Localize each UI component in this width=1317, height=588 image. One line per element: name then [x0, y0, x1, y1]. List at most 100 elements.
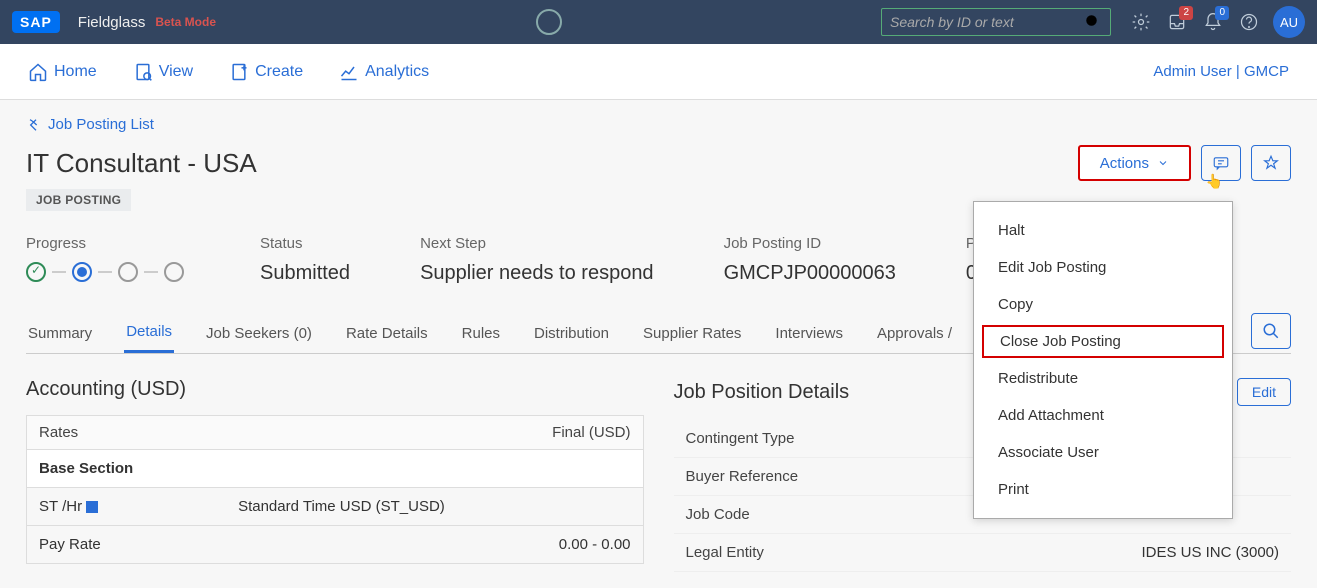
view-icon — [133, 62, 153, 82]
help-icon — [1239, 12, 1259, 32]
buyer-reference-label: Buyer Reference — [686, 468, 799, 485]
loading-spinner-icon — [536, 9, 562, 35]
tab-distribution[interactable]: Distribution — [532, 315, 611, 352]
title-row: IT Consultant - USA Actions 👆 Halt Edit … — [26, 145, 1291, 181]
user-avatar[interactable]: AU — [1273, 6, 1305, 38]
user-context[interactable]: Admin User | GMCP — [1153, 63, 1289, 80]
header-center — [216, 9, 881, 35]
favorite-button[interactable] — [1251, 145, 1291, 181]
tab-job-seekers[interactable]: Job Seekers (0) — [204, 315, 314, 352]
step-pending-icon — [118, 262, 138, 282]
status-label: Status — [260, 235, 350, 252]
product-name: Fieldglass — [78, 14, 146, 31]
create-icon — [229, 62, 249, 82]
analytics-icon — [339, 62, 359, 82]
comment-icon — [1212, 154, 1230, 172]
star-icon — [1262, 154, 1280, 172]
title-actions: Actions 👆 Halt Edit Job Posting Copy Clo… — [1078, 145, 1291, 181]
tab-details[interactable]: Details — [124, 313, 174, 353]
action-copy[interactable]: Copy — [974, 286, 1232, 323]
legal-entity-label: Legal Entity — [686, 544, 764, 561]
legal-entity-row: Legal Entity IDES US INC (3000) — [674, 534, 1292, 572]
rates-table-header: Rates Final (USD) — [26, 415, 644, 450]
nav-create-label: Create — [255, 63, 303, 81]
breadcrumb[interactable]: Job Posting List — [26, 116, 1291, 133]
global-header: SAP Fieldglass Beta Mode 2 0 AU — [0, 0, 1317, 44]
nav-view[interactable]: View — [133, 62, 193, 82]
nav-analytics[interactable]: Analytics — [339, 62, 429, 82]
base-section-label: Base Section — [39, 460, 133, 477]
posting-id-label: Job Posting ID — [724, 235, 896, 252]
main-nav: Home View Create Analytics Admin User | … — [0, 44, 1317, 100]
job-code-label: Job Code — [686, 506, 750, 523]
tab-search-button[interactable] — [1251, 313, 1291, 349]
page-content: Job Posting List IT Consultant - USA Act… — [0, 100, 1317, 588]
breadcrumb-label: Job Posting List — [48, 116, 154, 133]
step-pending-icon — [164, 262, 184, 282]
global-search[interactable] — [881, 8, 1111, 36]
tab-summary[interactable]: Summary — [26, 315, 94, 352]
cursor-icon: 👆 — [1206, 173, 1223, 190]
search-input[interactable] — [890, 14, 1084, 30]
inbox-button[interactable]: 2 — [1159, 4, 1195, 40]
back-arrow-icon — [26, 117, 42, 133]
gear-icon — [1131, 12, 1151, 32]
actions-button[interactable]: Actions — [1078, 145, 1191, 181]
tab-rules[interactable]: Rules — [460, 315, 502, 352]
action-add-attachment[interactable]: Add Attachment — [974, 397, 1232, 434]
tab-interviews[interactable]: Interviews — [773, 315, 845, 352]
legal-entity-value: IDES US INC (3000) — [1141, 544, 1279, 561]
nav-create[interactable]: Create — [229, 62, 303, 82]
next-step-item: Next Step Supplier needs to respond — [420, 235, 654, 285]
object-type-tag: JOB POSTING — [26, 189, 131, 211]
notifications-button[interactable]: 0 — [1195, 4, 1231, 40]
nav-home-label: Home — [54, 63, 97, 81]
accounting-section: Accounting (USD) Rates Final (USD) Base … — [26, 378, 644, 572]
nav-view-label: View — [159, 63, 193, 81]
progress-item: Progress — [26, 235, 190, 285]
action-edit-job-posting[interactable]: Edit Job Posting — [974, 249, 1232, 286]
step-active-icon — [72, 262, 92, 282]
calculator-icon — [86, 501, 98, 513]
page-title: IT Consultant - USA — [26, 148, 257, 179]
tab-rate-details[interactable]: Rate Details — [344, 315, 430, 352]
action-associate-user[interactable]: Associate User — [974, 434, 1232, 471]
job-details-title-text: Job Position Details — [674, 381, 850, 404]
chevron-down-icon — [1157, 157, 1169, 169]
help-button[interactable] — [1231, 4, 1267, 40]
inbox-badge: 2 — [1179, 6, 1193, 20]
status-item: Status Submitted — [260, 235, 350, 285]
posting-id-value: GMCPJP00000063 — [724, 262, 896, 285]
pay-rate-label: Pay Rate — [39, 536, 101, 553]
action-close-job-posting[interactable]: Close Job Posting — [982, 325, 1224, 358]
tab-supplier-rates[interactable]: Supplier Rates — [641, 315, 743, 352]
sthr-label: ST /Hr — [39, 498, 98, 515]
home-icon — [28, 62, 48, 82]
actions-label: Actions — [1100, 155, 1149, 172]
tab-approvals[interactable]: Approvals / — [875, 315, 954, 352]
progress-steps — [26, 262, 190, 282]
pay-rate-value: 0.00 - 0.00 — [559, 536, 631, 553]
sthr-row: ST /Hr Standard Time USD (ST_USD) — [26, 488, 644, 526]
col-rates-label: Rates — [39, 424, 78, 441]
nav-home[interactable]: Home — [28, 62, 97, 82]
posting-id-item: Job Posting ID GMCPJP00000063 — [724, 235, 896, 285]
pay-rate-row: Pay Rate 0.00 - 0.00 — [26, 526, 644, 564]
next-step-label: Next Step — [420, 235, 654, 252]
step-line — [144, 271, 158, 273]
action-redistribute[interactable]: Redistribute — [974, 360, 1232, 397]
settings-button[interactable] — [1123, 4, 1159, 40]
edit-button[interactable]: Edit — [1237, 378, 1291, 406]
step-line — [98, 271, 112, 273]
col-final-label: Final (USD) — [552, 424, 630, 441]
sap-logo: SAP — [12, 11, 60, 33]
progress-label: Progress — [26, 235, 190, 252]
action-halt[interactable]: Halt — [974, 212, 1232, 249]
accounting-title: Accounting (USD) — [26, 378, 644, 401]
step-done-icon — [26, 262, 46, 282]
bell-badge: 0 — [1215, 6, 1229, 20]
action-print[interactable]: Print — [974, 471, 1232, 508]
actions-dropdown: Halt Edit Job Posting Copy Close Job Pos… — [973, 201, 1233, 519]
search-icon — [1262, 322, 1280, 340]
next-step-value: Supplier needs to respond — [420, 262, 654, 285]
